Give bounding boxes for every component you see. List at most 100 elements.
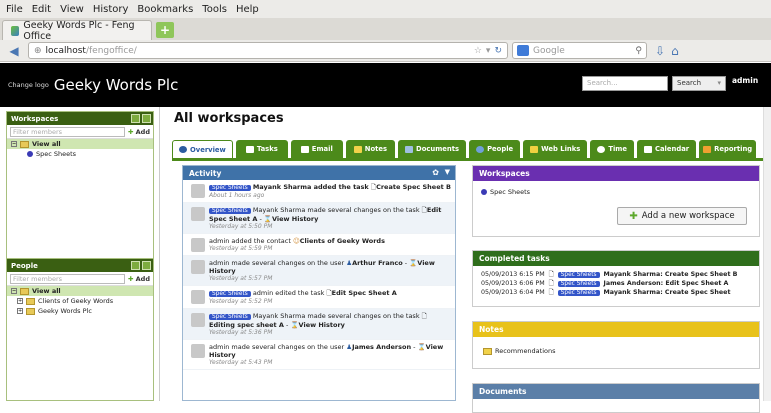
workspaces-panel-header: Workspaces (7, 112, 153, 125)
task-text[interactable]: Mayank Sharma: Create Spec Sheet B (604, 271, 738, 278)
expander-icon[interactable]: − (11, 288, 17, 294)
people-item-geeky-words[interactable]: + Geeky Words Plc (7, 306, 153, 316)
tab-email[interactable]: Email (290, 140, 343, 158)
workspaces-filter-input[interactable]: Filter members (10, 126, 125, 137)
workspace-item-spec-sheets[interactable]: Spec Sheets (473, 187, 759, 197)
task-icon: 🗋 (548, 289, 554, 296)
user-menu[interactable]: admin (732, 76, 758, 85)
menu-help[interactable]: Help (236, 4, 259, 15)
workspace-tag[interactable]: Spec Sheets (209, 291, 251, 297)
tab-overview[interactable]: Overview (172, 140, 233, 158)
search-magnifier-icon[interactable]: ⚲ (635, 46, 642, 56)
people-add-button[interactable]: ✚ Add (128, 275, 150, 283)
gear-icon[interactable]: ✿ (432, 168, 439, 177)
activity-link[interactable]: James Anderson (352, 343, 411, 351)
collapse-icon[interactable] (131, 114, 140, 123)
completed-task-row[interactable]: 05/09/2013 6:06 PM 🗋 Spec Sheets James An… (473, 279, 759, 288)
plus-icon: ✚ (629, 210, 638, 222)
clock-icon (597, 145, 606, 153)
tab-notes[interactable]: Notes (345, 140, 396, 158)
dropdown-icon[interactable]: ▾ (486, 46, 491, 56)
sidebar: Workspaces Filter members ✚ Add − View a… (0, 107, 160, 401)
url-bar[interactable]: ⊕ localhost/fengoffice/ ☆ ▾ ↻ (28, 42, 508, 59)
activity-link[interactable]: Arthur Franco (352, 259, 403, 267)
browser-menubar: File Edit View History Bookmarks Tools H… (0, 0, 771, 18)
workspaces-view-all[interactable]: − View all (7, 139, 153, 149)
activity-link[interactable]: Create Spec Sheet B (376, 183, 451, 191)
collapse-icon[interactable] (131, 261, 140, 270)
tab-label: Overview (190, 145, 226, 154)
browser-search-bar[interactable]: Google ⚲ (512, 42, 647, 59)
workspaces-add-button[interactable]: ✚ Add (128, 128, 150, 136)
menu-bookmarks[interactable]: Bookmarks (137, 4, 193, 15)
menu-edit[interactable]: Edit (32, 4, 51, 15)
change-logo-link[interactable]: Change logo (8, 81, 49, 89)
people-filter-input[interactable]: Filter members (10, 273, 125, 284)
expander-icon[interactable]: + (17, 298, 23, 304)
workspace-tag[interactable]: Spec Sheets (557, 280, 600, 287)
activity-link[interactable]: Editing spec sheet A (209, 321, 284, 329)
bookmark-star-icon[interactable]: ☆ (474, 46, 482, 56)
activity-link[interactable]: Edit Spec Sheet A (332, 289, 397, 297)
activity-time: Yesterday at 5:52 PM (209, 298, 273, 305)
menu-tools[interactable]: Tools (202, 4, 227, 15)
add-workspace-button[interactable]: ✚ Add a new workspace (617, 207, 747, 225)
tab-calendar[interactable]: Calendar (636, 140, 697, 158)
tab-tasks[interactable]: Tasks (235, 140, 288, 158)
menu-view[interactable]: View (60, 4, 84, 15)
menu-file[interactable]: File (6, 4, 23, 15)
workspace-tag[interactable]: Spec Sheets (557, 271, 600, 278)
task-text[interactable]: Mayank Sharma: Create Spec Sheet (604, 289, 731, 296)
plus-icon: ✚ (127, 274, 134, 283)
workspace-tag[interactable]: Spec Sheets (209, 185, 251, 191)
close-icon[interactable] (142, 114, 151, 123)
tab-label: Reporting (714, 145, 753, 153)
home-icon[interactable]: ⌂ (671, 44, 679, 58)
new-tab-button[interactable]: + (156, 22, 174, 38)
browser-tab[interactable]: Geeky Words Plc - Feng Office (2, 20, 152, 42)
workspace-tag[interactable]: Spec Sheets (557, 289, 600, 296)
view-history-link[interactable]: View History (299, 321, 345, 329)
header-search-input[interactable]: Search... (582, 76, 668, 91)
tab-label: Web Links (541, 145, 581, 153)
activity-link[interactable]: Clients of Geeky Words (300, 237, 385, 245)
task-text[interactable]: James Anderson: Edit Spec Sheet A (604, 280, 729, 287)
people-item-clients[interactable]: + Clients of Geeky Words (7, 296, 153, 306)
tab-label: Documents (416, 145, 460, 153)
note-item[interactable]: Recommendations (473, 346, 759, 356)
chevron-down-icon[interactable]: ▼ (445, 168, 450, 176)
completed-task-row[interactable]: 05/09/2013 6:15 PM 🗋 Spec Sheets Mayank S… (473, 270, 759, 279)
tab-people[interactable]: People (469, 140, 521, 158)
view-history-link[interactable]: View History (272, 215, 318, 223)
expander-icon[interactable]: + (17, 308, 23, 314)
vertical-scrollbar[interactable] (763, 107, 771, 401)
people-view-all[interactable]: − View all (7, 286, 153, 296)
browser-tabbar: Geeky Words Plc - Feng Office + (0, 18, 771, 42)
back-arrow-icon[interactable]: ◀ (4, 43, 24, 59)
close-icon[interactable] (142, 261, 151, 270)
workspace-tag[interactable]: Spec Sheets (209, 208, 251, 214)
workspace-tag[interactable]: Spec Sheets (209, 314, 251, 320)
workspaces-panel-title: Workspaces (11, 114, 59, 123)
add-workspace-label: Add a new workspace (641, 211, 735, 221)
menu-history[interactable]: History (93, 4, 129, 15)
tab-reporting[interactable]: Reporting (699, 140, 757, 158)
tab-documents[interactable]: Documents (398, 140, 467, 158)
reload-icon[interactable]: ↻ (494, 46, 502, 56)
workspace-item-spec-sheets[interactable]: Spec Sheets (7, 149, 153, 159)
header-search-button[interactable]: Search ▾ (672, 76, 726, 91)
activity-item: Spec Sheets Mayank Sharma made several c… (183, 309, 455, 340)
tab-time[interactable]: Time (590, 140, 634, 158)
task-date: 05/09/2013 6:04 PM (481, 289, 545, 296)
expander-icon[interactable]: − (11, 141, 17, 147)
activity-time: Yesterday at 5:43 PM (209, 359, 273, 366)
workspaces-view-all-label: View all (32, 140, 61, 148)
people-panel-header: People (7, 259, 153, 272)
download-icon[interactable]: ⇩ (655, 44, 665, 58)
completed-task-row[interactable]: 05/09/2013 6:04 PM 🗋 Spec Sheets Mayank S… (473, 288, 759, 297)
people-item-label: Geeky Words Plc (38, 307, 92, 315)
activity-header: Activity ✿ ▼ (183, 166, 455, 180)
notes-header: Notes (473, 322, 759, 337)
tab-web-links[interactable]: Web Links (523, 140, 588, 158)
notes-widget: Notes Recommendations (472, 321, 760, 369)
